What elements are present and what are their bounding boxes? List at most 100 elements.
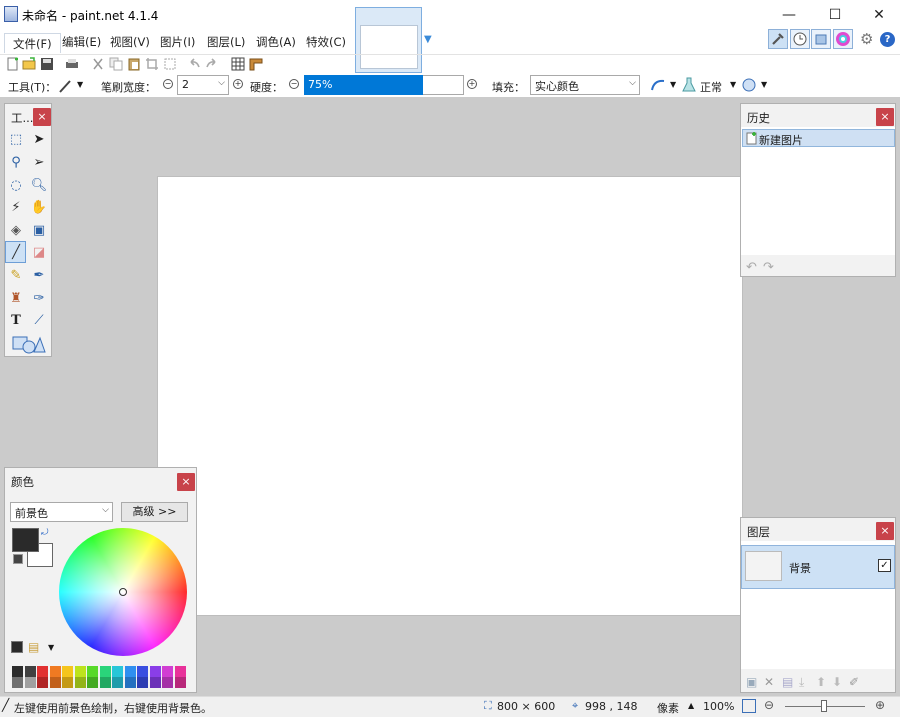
paint-bucket-icon[interactable]: ◈ <box>7 222 25 240</box>
selection-mode-icon[interactable] <box>741 77 757 93</box>
zoom-to-window-icon[interactable] <box>742 699 756 713</box>
shapes-icon[interactable] <box>12 334 46 354</box>
palette-color-swatch[interactable] <box>149 666 161 677</box>
palette-color-swatch[interactable] <box>24 677 36 688</box>
pencil-icon[interactable]: ✎ <box>7 267 25 285</box>
print-icon[interactable] <box>65 57 79 71</box>
tools-panel-close-button[interactable]: × <box>33 108 51 126</box>
primary-color-swatch[interactable] <box>12 528 39 552</box>
palette-color-swatch[interactable] <box>49 666 61 677</box>
palette-color-swatch[interactable] <box>49 677 61 688</box>
brush-width-combo[interactable]: 2 ⌵ <box>177 75 229 95</box>
fill-mode-combo[interactable]: 实心颜色 ⌵ <box>530 75 640 95</box>
close-window-button[interactable]: ✕ <box>856 0 900 30</box>
palette-color-swatch[interactable] <box>124 666 136 677</box>
open-file-icon[interactable] <box>22 57 36 71</box>
redo-icon[interactable] <box>205 57 219 71</box>
palette-swatch-icon[interactable] <box>11 641 23 653</box>
grid-icon[interactable] <box>231 57 245 71</box>
history-window-icon[interactable] <box>790 29 810 49</box>
gradient-icon[interactable]: ▣ <box>30 222 48 240</box>
menu-edit[interactable]: 编辑(E) <box>62 34 101 50</box>
palette-color-swatch[interactable] <box>37 677 48 688</box>
delete-layer-icon[interactable]: ✕ <box>764 675 774 689</box>
magic-wand-icon[interactable]: ⚡ <box>7 199 25 217</box>
recolor-icon[interactable]: ✑ <box>30 290 48 308</box>
duplicate-layer-icon[interactable]: ▤ <box>782 675 793 689</box>
text-tool-icon[interactable]: T <box>7 312 25 330</box>
lasso-select-icon[interactable]: ⚲ <box>7 154 25 172</box>
crop-icon[interactable] <box>145 57 159 71</box>
move-layer-down-icon[interactable]: ⬇ <box>832 675 842 689</box>
copy-icon[interactable] <box>109 57 123 71</box>
palette-color-swatch[interactable] <box>99 666 111 677</box>
palette-color-swatch[interactable] <box>12 666 23 677</box>
layers-panel-close-button[interactable]: × <box>876 522 894 540</box>
move-layer-up-icon[interactable]: ⬆ <box>816 675 826 689</box>
blend-mode-icon[interactable] <box>682 77 696 93</box>
palette-color-swatch[interactable] <box>162 666 173 677</box>
palette-color-swatch[interactable] <box>112 666 123 677</box>
selection-dropdown-icon[interactable]: ▼ <box>761 80 767 89</box>
brush-width-increase-icon[interactable]: + <box>233 79 243 89</box>
pan-icon[interactable]: ✋ <box>30 199 48 217</box>
move-selected-icon[interactable]: ➤ <box>30 131 48 149</box>
antialias-dropdown-icon[interactable]: ▼ <box>670 80 676 89</box>
palette-color-swatch[interactable] <box>99 677 111 688</box>
palette-menu-icon[interactable]: ▤ <box>28 640 39 654</box>
palette-color-swatch[interactable] <box>24 666 36 677</box>
colors-panel-close-button[interactable]: × <box>177 473 195 491</box>
history-panel-close-button[interactable]: × <box>876 108 894 126</box>
add-layer-icon[interactable]: ▣ <box>746 675 757 689</box>
palette-color-swatch[interactable] <box>37 666 48 677</box>
layer-properties-icon[interactable]: ✐ <box>849 675 859 689</box>
history-item[interactable]: 新建图片 <box>742 129 895 147</box>
image-canvas[interactable] <box>157 176 743 616</box>
palette-color-swatch[interactable] <box>74 666 86 677</box>
zoom-value[interactable]: 100% <box>703 700 734 713</box>
menu-view[interactable]: 视图(V) <box>110 34 150 50</box>
save-icon[interactable] <box>40 57 54 71</box>
blend-dropdown-icon[interactable]: ▼ <box>730 80 736 89</box>
reset-colors-icon[interactable] <box>13 554 23 564</box>
ruler-icon[interactable] <box>249 57 263 71</box>
palette-color-swatch[interactable] <box>124 677 136 688</box>
history-redo-icon[interactable]: ↷ <box>763 260 774 275</box>
menu-file[interactable]: 文件(F) <box>4 33 61 53</box>
layer-visibility-checkbox[interactable]: ✓ <box>878 559 891 572</box>
hardness-increase-icon[interactable]: + <box>467 79 477 89</box>
layers-window-icon[interactable] <box>811 29 831 49</box>
maximize-button[interactable]: ☐ <box>812 0 858 30</box>
clone-stamp-icon[interactable]: ♜ <box>7 290 25 308</box>
palette-color-swatch[interactable] <box>174 677 186 688</box>
undo-icon[interactable] <box>187 57 201 71</box>
zoom-icon[interactable]: 🔍︎ <box>30 177 48 195</box>
hardness-decrease-icon[interactable]: − <box>289 79 299 89</box>
tools-window-icon[interactable] <box>768 29 788 49</box>
palette-dropdown-icon[interactable]: ▼ <box>48 643 54 652</box>
units-selector[interactable]: 像素 <box>657 700 679 716</box>
palette-color-swatch[interactable] <box>62 666 73 677</box>
new-file-icon[interactable] <box>6 57 20 71</box>
paste-icon[interactable] <box>127 57 141 71</box>
tab-dropdown-icon[interactable]: ▼ <box>424 34 436 45</box>
menu-image[interactable]: 图片(I) <box>160 34 195 50</box>
menu-layers[interactable]: 图层(L) <box>207 34 245 50</box>
help-icon[interactable]: ? <box>880 32 895 47</box>
line-curve-icon[interactable]: ⟋ <box>30 312 48 330</box>
units-dropdown-icon[interactable]: ▲ <box>688 701 694 710</box>
palette-color-swatch[interactable] <box>62 677 73 688</box>
move-selection-icon[interactable]: ➢ <box>30 154 48 172</box>
eraser-icon[interactable]: ◪ <box>30 244 48 262</box>
deselect-icon[interactable] <box>163 57 177 71</box>
palette-color-swatch[interactable] <box>137 677 148 688</box>
zoom-slider-thumb[interactable] <box>821 700 827 712</box>
zoom-out-icon[interactable]: ⊖ <box>764 698 774 712</box>
gear-icon[interactable]: ⚙ <box>860 31 876 47</box>
palette-color-swatch[interactable] <box>12 677 23 688</box>
paintbrush-tool-icon[interactable]: ╱ <box>7 244 25 262</box>
blend-mode-value[interactable]: 正常 <box>700 79 722 95</box>
rectangle-select-icon[interactable]: ⬚ <box>7 131 25 149</box>
swap-colors-icon[interactable]: ⤾ <box>41 528 49 538</box>
merge-layer-icon[interactable]: ⤓ <box>799 675 804 690</box>
